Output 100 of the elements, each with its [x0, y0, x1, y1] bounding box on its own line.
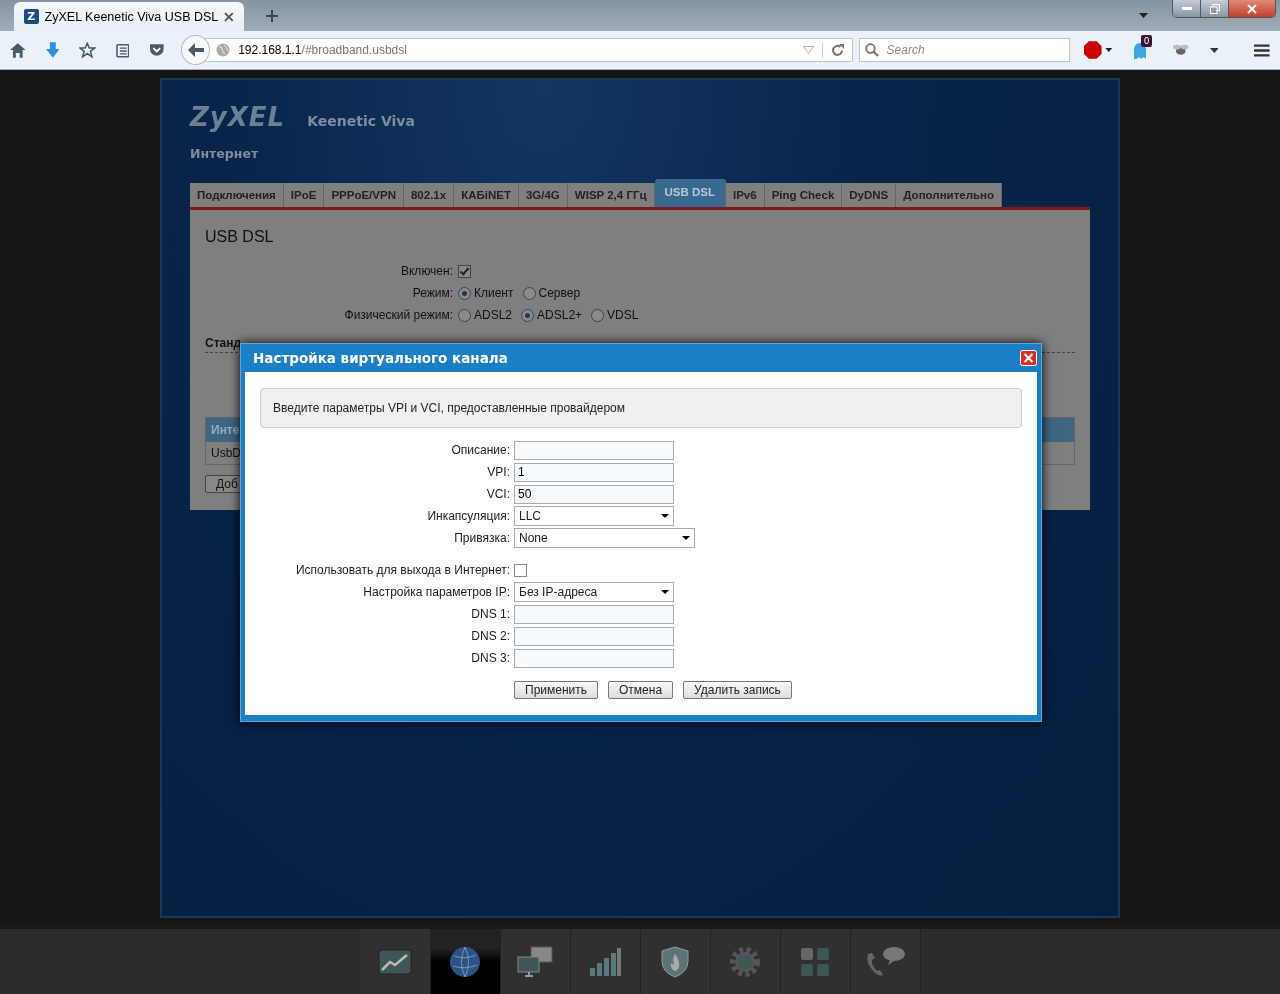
table-cell: UsbD — [211, 446, 241, 460]
input-field[interactable] — [514, 604, 674, 624]
restore-icon[interactable] — [1209, 3, 1220, 14]
close-icon[interactable] — [224, 11, 234, 22]
tab[interactable]: IPv6 — [726, 183, 765, 207]
table-header: Инте — [211, 423, 240, 437]
dialog-title: Настройка виртуального канала — [253, 350, 508, 366]
notification-badge: 0 — [1140, 35, 1153, 47]
dock-button[interactable] — [570, 929, 641, 994]
settings-icon — [729, 945, 761, 978]
pocket-icon[interactable] — [149, 43, 165, 57]
search-input[interactable]: Search — [884, 42, 1069, 58]
globe-icon — [449, 945, 481, 978]
caret-icon — [682, 536, 690, 540]
globe-icon — [216, 43, 231, 57]
adblock-icon[interactable] — [1083, 41, 1113, 59]
input-field[interactable] — [514, 626, 674, 646]
field-label: Настройка параметров IP: — [362, 585, 510, 599]
dock-button[interactable] — [430, 929, 501, 994]
field-label: VCI: — [485, 487, 510, 501]
dropdown[interactable]: Без IP-адреса — [514, 582, 674, 602]
menu-icon[interactable] — [1254, 43, 1270, 57]
browser-tab[interactable]: Z ZyXEL Keenetic Viva USB DSL — [14, 2, 244, 31]
radio-label: ADSL2+ — [537, 308, 583, 322]
checkbox[interactable] — [514, 563, 527, 577]
section-title: Интернет — [190, 146, 260, 161]
radio-label: Клиент — [474, 286, 514, 300]
plus-icon[interactable] — [266, 10, 278, 22]
caret-icon[interactable] — [1209, 47, 1219, 53]
tab[interactable]: PPPoE/VPN — [324, 183, 404, 207]
panel-title: USB DSL — [205, 228, 275, 246]
caret-icon — [661, 514, 669, 518]
logo: ZyXEL — [190, 102, 286, 132]
home-icon[interactable] — [10, 42, 26, 58]
field-label: Привязка: — [453, 531, 510, 545]
field-label: Режим: — [411, 286, 453, 300]
caret-icon — [661, 590, 669, 594]
field-label: DNS 3: — [470, 651, 510, 665]
input-field[interactable]: 1 — [514, 462, 674, 482]
tab[interactable]: DyDNS — [842, 183, 897, 207]
input-field[interactable]: 50 — [514, 484, 674, 504]
dialog-button[interactable]: Применить — [514, 681, 598, 699]
tab[interactable]: 3G/4G — [518, 183, 568, 207]
star-icon[interactable] — [79, 42, 96, 58]
tab[interactable]: Дополнительно — [896, 183, 1003, 207]
fly-icon[interactable] — [1172, 43, 1190, 57]
tab[interactable]: КАБiNET — [454, 183, 519, 207]
phone-chat-icon — [864, 945, 906, 978]
checkbox[interactable] — [458, 264, 471, 278]
dock-button[interactable] — [360, 929, 431, 994]
field-label: DNS 1: — [470, 607, 510, 621]
chart-icon — [378, 948, 412, 975]
computers-icon — [517, 945, 553, 978]
shield-icon — [661, 945, 689, 978]
dock-button[interactable] — [640, 929, 711, 994]
dock-button[interactable] — [850, 929, 921, 994]
tab[interactable]: 802.1x — [403, 183, 455, 207]
ghost-icon[interactable] — [1132, 43, 1147, 59]
reading-list-icon[interactable] — [115, 42, 130, 58]
tab[interactable]: WISP 2,4 ГГц — [567, 183, 655, 207]
dialog-button[interactable]: Удалить запись — [683, 681, 792, 699]
field-label: Описание: — [450, 443, 510, 457]
caret-icon[interactable] — [1139, 13, 1148, 18]
radio-button[interactable] — [522, 286, 536, 300]
model-name: Keenetic Viva — [307, 113, 415, 129]
input-field[interactable] — [514, 440, 674, 460]
download-icon[interactable] — [45, 42, 60, 58]
reload-icon[interactable] — [830, 43, 844, 57]
field-label: Физический режим: — [343, 308, 453, 322]
apps-grid-icon — [800, 946, 830, 977]
minimize-icon[interactable] — [1181, 6, 1192, 11]
dropdown[interactable]: None — [514, 528, 695, 548]
radio-button[interactable] — [591, 308, 605, 322]
radio-button[interactable] — [521, 308, 535, 322]
info-message: Введите параметры VPI и VCI, предоставленные провайдером — [260, 388, 1022, 428]
tab[interactable]: IPoE — [283, 183, 325, 207]
field-label: VPI: — [486, 465, 510, 479]
dock-button[interactable] — [780, 929, 851, 994]
favicon: Z — [24, 9, 39, 24]
field-label: Использовать для выхода в Интернет: — [294, 563, 510, 577]
search-field[interactable]: Search — [858, 38, 1070, 62]
field-label: Включен: — [400, 264, 453, 278]
back-arrow-icon — [187, 43, 204, 57]
dropdown[interactable]: LLC — [514, 506, 674, 526]
back-button[interactable] — [180, 35, 211, 65]
radio-button[interactable] — [458, 308, 471, 322]
radio-label: Сервер — [538, 286, 581, 300]
search-icon — [864, 43, 879, 57]
dialog-button[interactable]: Отмена — [608, 681, 674, 699]
tab[interactable]: USB DSL — [654, 179, 726, 207]
radio-button[interactable] — [458, 286, 471, 300]
radio-label: VDSL — [607, 308, 639, 322]
tab[interactable]: Ping Check — [764, 183, 843, 207]
dock-button[interactable] — [500, 929, 571, 994]
input-field[interactable] — [514, 648, 674, 668]
dropdown-icon[interactable] — [802, 46, 814, 54]
radio-label: ADSL2 — [474, 308, 513, 322]
signal-bars-icon — [589, 947, 621, 976]
tab[interactable]: Подключения — [190, 183, 284, 207]
field-label: Инкапсуляция: — [426, 509, 510, 523]
